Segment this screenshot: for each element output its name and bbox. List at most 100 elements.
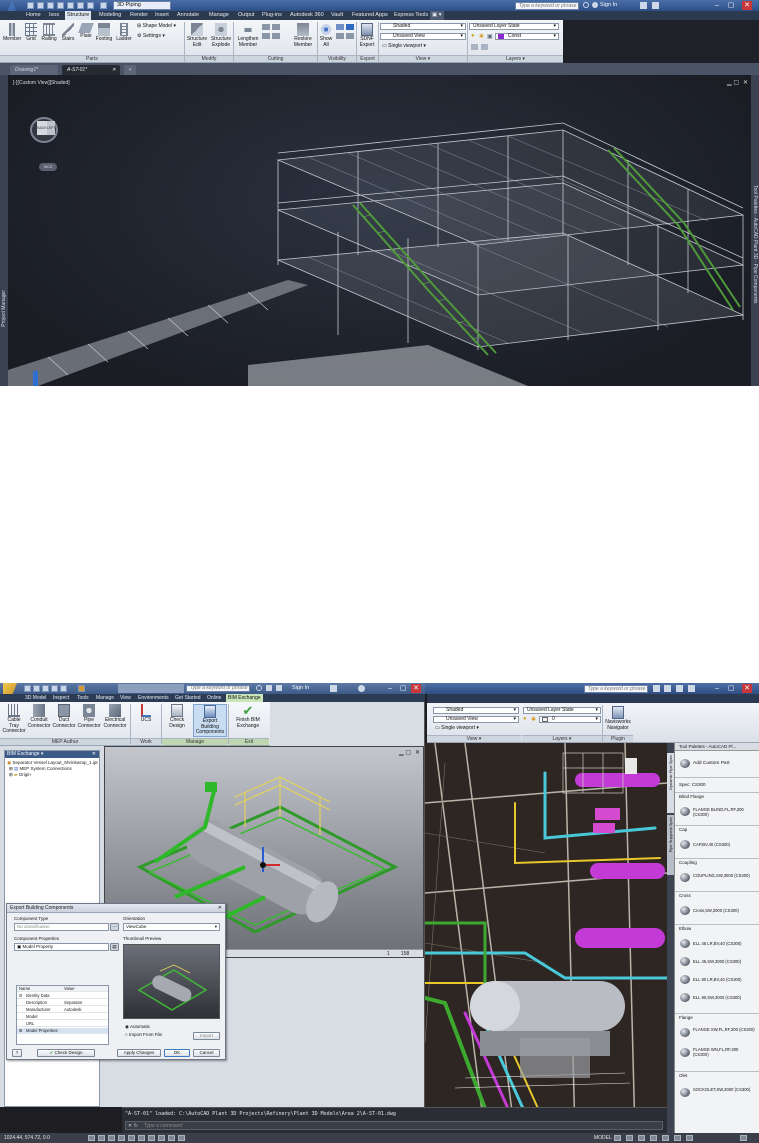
- visual-style-combo[interactable]: Shaded ▾: [380, 23, 466, 30]
- maximize-button[interactable]: ▢: [726, 684, 736, 693]
- property-settings-icon[interactable]: ▤: [110, 943, 119, 951]
- project-manager-strip[interactable]: Project Manager: [0, 75, 8, 386]
- duct-connector-button[interactable]: Duct Connector: [52, 704, 76, 729]
- panel-manage[interactable]: Manage: [162, 738, 228, 745]
- search-input[interactable]: Type a keyword or phrase: [515, 2, 579, 10]
- cross-icon[interactable]: [680, 906, 690, 915]
- save-icon[interactable]: [47, 2, 54, 9]
- search-icon[interactable]: [256, 685, 262, 691]
- coupling-icon[interactable]: [680, 873, 690, 882]
- minimize-button[interactable]: –: [385, 684, 395, 693]
- browse-classification-icon[interactable]: ⋯: [110, 923, 119, 931]
- panel-parts[interactable]: Parts: [0, 55, 184, 62]
- footing-button[interactable]: Footing: [95, 23, 113, 43]
- clean-screen-icon[interactable]: [686, 1135, 693, 1141]
- minimize-button[interactable]: –: [712, 1, 722, 10]
- palette-item[interactable]: COUPLING,SW,3000 (CS300): [693, 873, 753, 878]
- new-tab-button[interactable]: +: [124, 65, 136, 75]
- tab-tools[interactable]: Tools: [77, 694, 89, 702]
- orientation-select[interactable]: ViewCube ▾: [123, 923, 220, 931]
- tab-manage[interactable]: Manage: [207, 11, 231, 20]
- show-all-button[interactable]: Show All: [318, 23, 334, 48]
- tab-autodesk-360[interactable]: Autodesk 360: [288, 11, 326, 20]
- palette-item[interactable]: FLANGE BLIND,FL,RF,300 (CS300): [693, 807, 753, 817]
- layer-combo[interactable]: 0 ▾: [539, 716, 601, 723]
- named-view-combo[interactable]: Unsaved View ▾: [380, 33, 466, 40]
- maximize-button[interactable]: ▢: [398, 684, 408, 693]
- gear-icon[interactable]: [100, 2, 107, 9]
- panel-layers[interactable]: Layers ▾: [468, 55, 563, 62]
- tab-annotate[interactable]: Annotate: [175, 11, 201, 20]
- ortho-icon[interactable]: [108, 1135, 115, 1141]
- user-icon[interactable]: [664, 685, 671, 692]
- workspace-icon[interactable]: [638, 1135, 645, 1141]
- check-design-button[interactable]: Check Design: [163, 704, 191, 729]
- ducs-icon[interactable]: [148, 1135, 155, 1141]
- panel-plugin[interactable]: Plugin: [603, 735, 633, 742]
- palette-item[interactable]: ELL 45 LR,BV,40 (CS300): [693, 941, 742, 946]
- add-custom-part-button[interactable]: Add Custom Part: [693, 761, 730, 766]
- miter-icon[interactable]: [262, 33, 270, 39]
- save-icon[interactable]: [42, 685, 49, 692]
- property-row[interactable]: ⊟ Identity Data: [17, 993, 108, 999]
- hide-structure-icon[interactable]: [336, 33, 344, 39]
- collapse-icon[interactable]: ⊟: [19, 993, 23, 999]
- otrack-icon[interactable]: [138, 1135, 145, 1141]
- new-icon[interactable]: [24, 685, 31, 692]
- home-icon[interactable]: [78, 685, 85, 692]
- plant-3d-viewport[interactable]: [425, 743, 667, 1135]
- hide-icon[interactable]: [336, 24, 344, 30]
- undo-icon[interactable]: [51, 685, 58, 692]
- cable-tray-connector-button[interactable]: Cable Tray Connector: [2, 704, 26, 735]
- tab-featured-apps[interactable]: Featured Apps: [350, 11, 390, 20]
- hardware-icon[interactable]: [662, 1135, 669, 1141]
- plate-button[interactable]: Plate: [78, 23, 94, 40]
- panel-layers[interactable]: Layers ▾: [522, 735, 602, 742]
- new-icon[interactable]: [27, 2, 34, 9]
- user-icon[interactable]: [276, 685, 282, 691]
- exchange-icon[interactable]: [676, 685, 683, 692]
- named-view-combo[interactable]: Unsaved View ▾: [433, 716, 519, 723]
- lightbulb-icon[interactable]: ●: [523, 716, 527, 722]
- property-row[interactable]: Description Separator: [17, 1000, 108, 1006]
- undo-icon[interactable]: [77, 2, 84, 9]
- tab-insert[interactable]: Insert: [153, 11, 171, 20]
- tab-bim-exchange[interactable]: BIM Exchange: [226, 694, 263, 702]
- make-current-icon[interactable]: [481, 44, 488, 50]
- workspace-select[interactable]: 3D Piping: [113, 1, 171, 10]
- member-button[interactable]: Member: [3, 23, 21, 43]
- sockolet-icon[interactable]: [680, 1088, 690, 1097]
- tab-manage[interactable]: Manage: [96, 694, 114, 702]
- show-structure-icon[interactable]: [346, 33, 354, 39]
- panel-work-feature[interactable]: Work Feature: [131, 738, 161, 752]
- isolate-icon[interactable]: [346, 24, 354, 30]
- import-button[interactable]: Import: [193, 1032, 220, 1040]
- radio-import[interactable]: ○ Import From File: [125, 1032, 162, 1038]
- panel-export[interactable]: Export: [357, 55, 378, 62]
- cap-icon[interactable]: [680, 840, 690, 849]
- sun-icon[interactable]: ✱: [531, 716, 536, 723]
- layer-state-combo[interactable]: Unsaved Layer State ▾: [523, 707, 601, 714]
- tab-vault[interactable]: Vault: [329, 11, 345, 20]
- grid-button[interactable]: Grid: [24, 23, 38, 43]
- tab-home[interactable]: Home: [24, 11, 43, 20]
- command-input[interactable]: ✕ ↻ Type a command: [125, 1121, 663, 1130]
- trim-icon[interactable]: [262, 24, 270, 30]
- help-icon[interactable]: ?: [12, 1049, 22, 1057]
- tab-structure[interactable]: Structure: [65, 11, 92, 20]
- radio-automatic[interactable]: ◉ Automatic: [125, 1024, 150, 1030]
- dyn-icon[interactable]: [158, 1135, 165, 1141]
- restore-member-button[interactable]: Restore Member: [290, 23, 316, 48]
- sign-in-button[interactable]: Sign In: [600, 1, 617, 10]
- add-custom-part-icon[interactable]: [680, 759, 690, 768]
- layer-properties-icon[interactable]: [471, 44, 478, 50]
- export-building-components-button[interactable]: Export Building Components: [193, 704, 227, 737]
- grid-icon[interactable]: [98, 1135, 105, 1141]
- panel-view[interactable]: View ▾: [427, 735, 521, 742]
- flange-sw-icon[interactable]: [680, 1028, 690, 1037]
- cancel-button[interactable]: Cancel: [193, 1049, 220, 1057]
- save-as-icon[interactable]: [57, 2, 64, 9]
- tab-overflow-icon[interactable]: ▣ ▾: [430, 11, 444, 20]
- exchange-icon[interactable]: [640, 2, 647, 9]
- doc-tab-drawing1[interactable]: Drawing1*: [10, 65, 58, 75]
